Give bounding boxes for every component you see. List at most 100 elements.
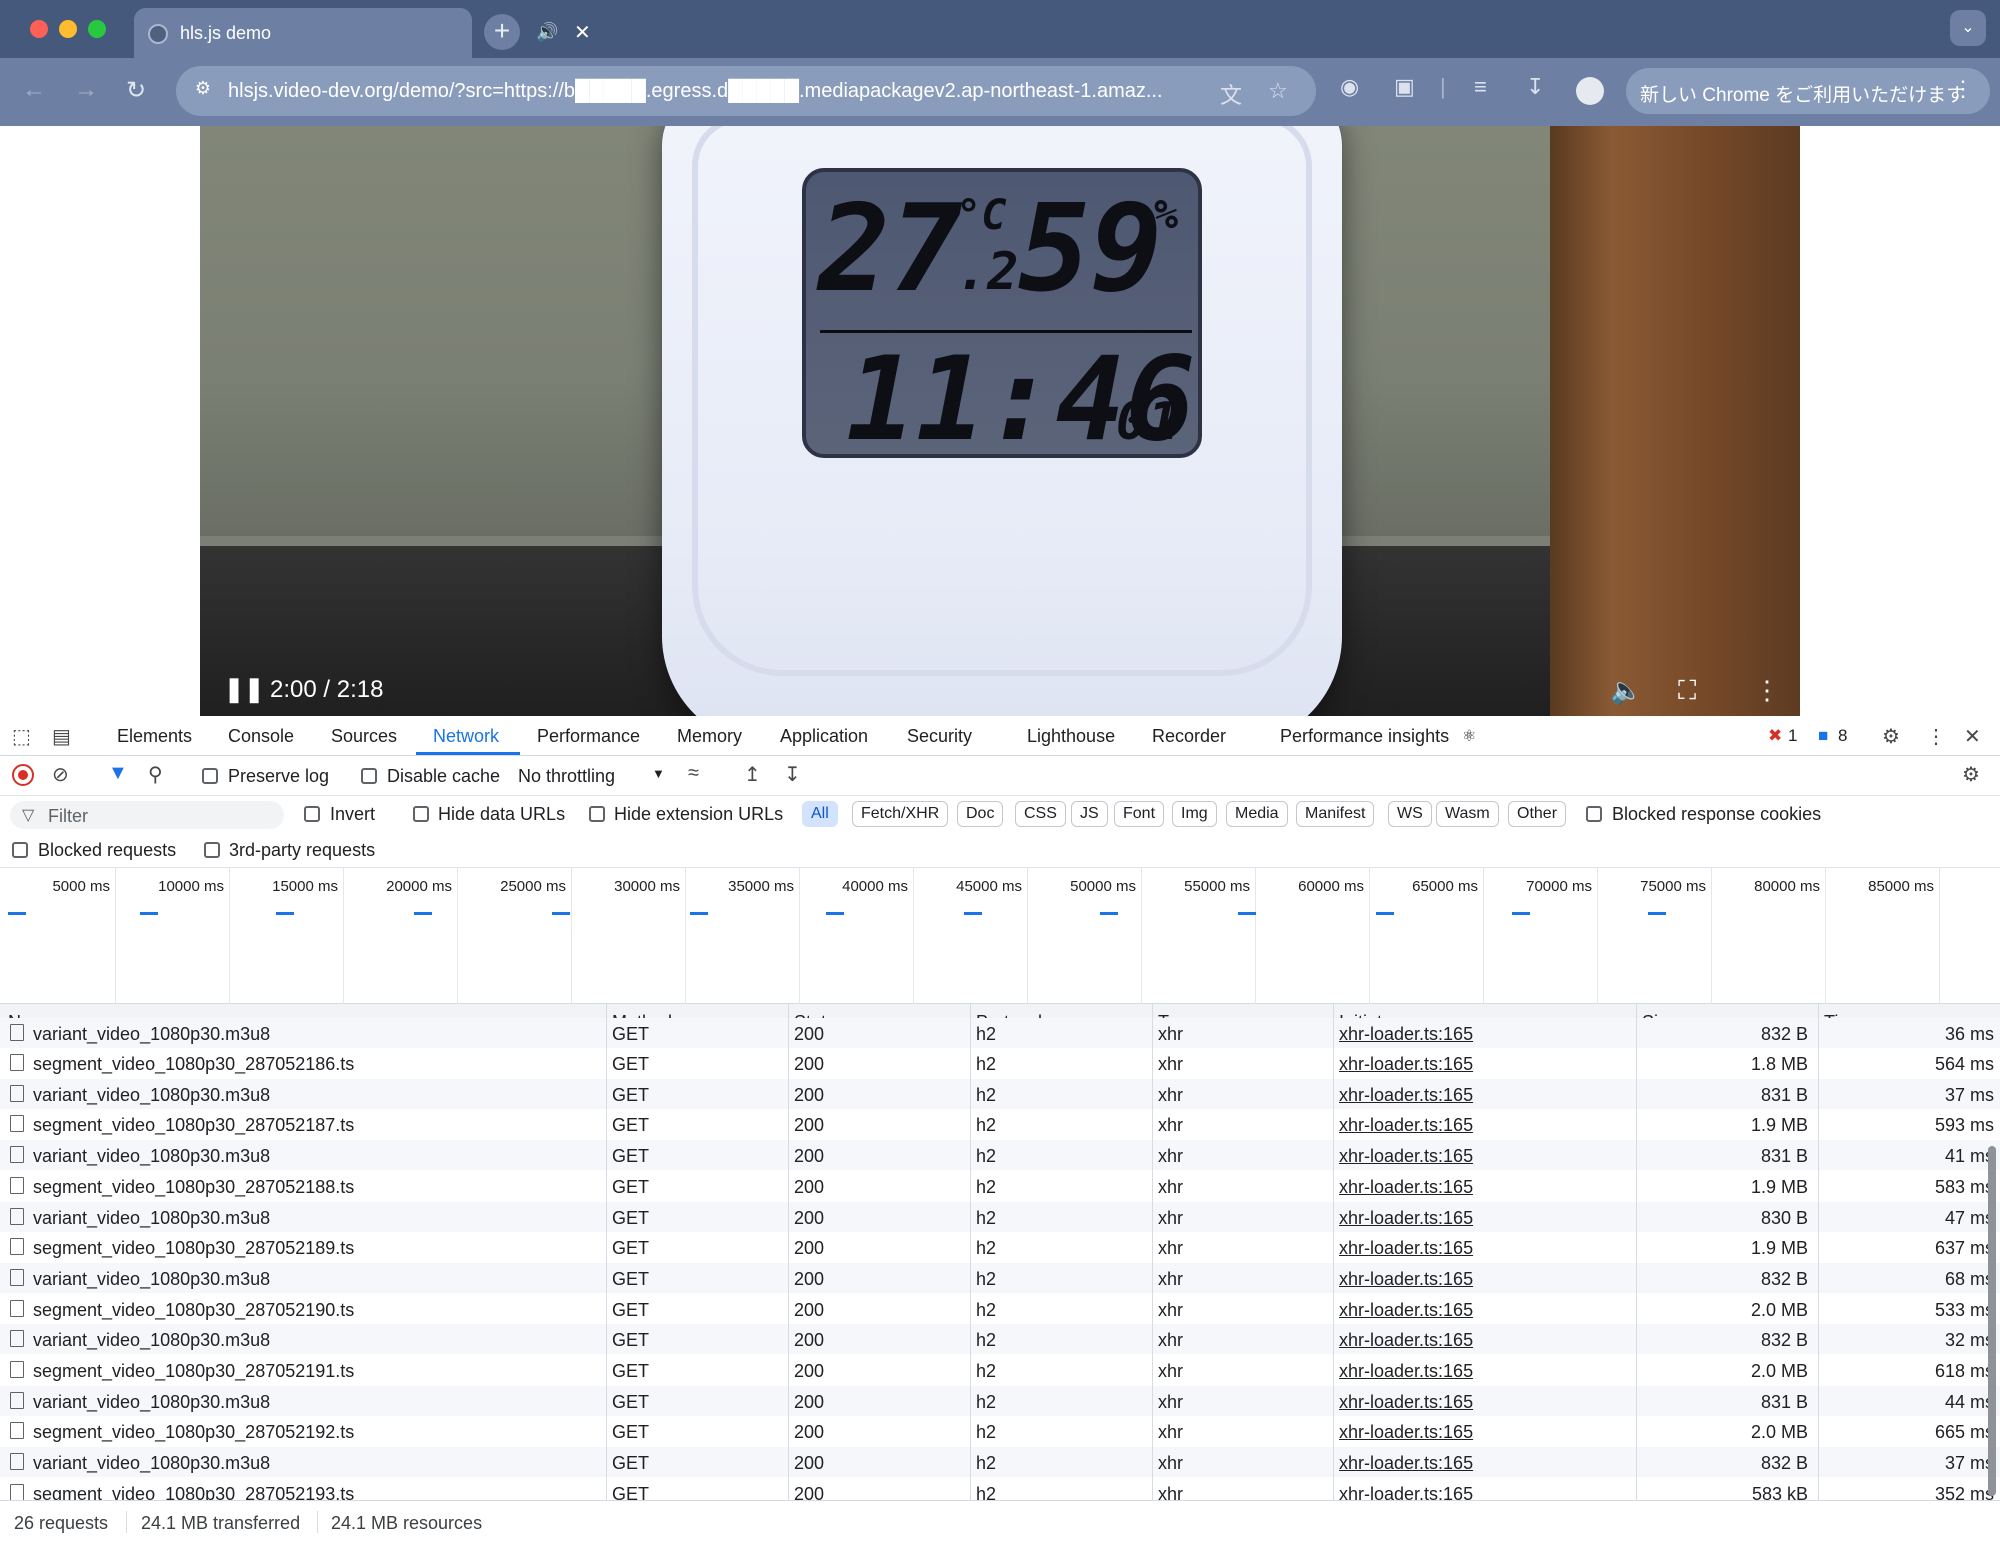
new-tab-button[interactable]: +	[484, 14, 520, 50]
throttling-select[interactable]: No throttling	[518, 766, 615, 787]
type-filter-doc[interactable]: Doc	[957, 801, 1004, 827]
table-row[interactable]: variant_video_1080p30.m3u8 GET 200 h2 xhr xhr…	[0, 1324, 2000, 1355]
table-row[interactable]: segment_video_1080p30_287052192.ts GET 200…	[0, 1416, 2000, 1446]
update-chrome-button[interactable]: 新しい Chrome をご利用いただけます ⋮	[1626, 68, 1990, 114]
bookmark-star-icon[interactable]: ☆	[1268, 78, 1288, 104]
type-filter-font[interactable]: Font	[1114, 801, 1165, 827]
request-name[interactable]: segment_video_1080p30_287052188.ts	[33, 1177, 354, 1198]
error-icon[interactable]: ✖	[1768, 726, 1782, 746]
request-initiator-link[interactable]: xhr-loader.ts:165	[1339, 1361, 1473, 1382]
table-scrollbar[interactable]	[1988, 1146, 1996, 1496]
request-initiator-link[interactable]: xhr-loader.ts:165	[1339, 1024, 1473, 1045]
invert-checkbox[interactable]	[304, 806, 320, 822]
request-name[interactable]: variant_video_1080p30.m3u8	[33, 1453, 270, 1474]
table-row[interactable]: segment_video_1080p30_287052189.ts GET 200…	[0, 1232, 2000, 1262]
profile-avatar[interactable]	[1576, 77, 1604, 105]
blocked-requests-checkbox[interactable]	[12, 842, 28, 858]
request-initiator-link[interactable]: xhr-loader.ts:165	[1339, 1300, 1473, 1321]
translate-icon[interactable]: 文	[1220, 78, 1242, 110]
tab-lighthouse[interactable]: Lighthouse	[1027, 726, 1115, 747]
maximize-window-button[interactable]	[88, 20, 106, 38]
network-conditions-icon[interactable]: ≈	[688, 762, 699, 785]
reload-icon[interactable]: ↻	[126, 76, 146, 105]
table-row[interactable]: segment_video_1080p30_287052193.ts GET 200…	[0, 1478, 2000, 1500]
request-name[interactable]: variant_video_1080p30.m3u8	[33, 1024, 270, 1045]
type-filter-js[interactable]: JS	[1071, 801, 1108, 827]
more-vertical-icon[interactable]: ⋮	[1952, 76, 1974, 102]
table-row[interactable]: variant_video_1080p30.m3u8 GET 200 h2 xhr xhr…	[0, 1262, 2000, 1293]
type-filter-ws[interactable]: WS	[1388, 801, 1432, 827]
tab-network[interactable]: Network	[433, 726, 499, 747]
filter-funnel-icon[interactable]: ▼	[108, 762, 128, 785]
download-icon[interactable]: ↧	[1526, 74, 1544, 100]
message-icon[interactable]: ■	[1818, 726, 1828, 746]
tab-sources[interactable]: Sources	[331, 726, 397, 747]
tab-elements[interactable]: Elements	[117, 726, 192, 747]
third-party-requests-checkbox[interactable]	[204, 842, 220, 858]
type-filter-manifest[interactable]: Manifest	[1296, 801, 1375, 827]
url-text[interactable]: hlsjs.video-dev.org/demo/?src=https://b█…	[228, 80, 1163, 103]
site-settings-icon[interactable]: ⚙	[190, 78, 216, 104]
disable-cache-checkbox[interactable]	[361, 768, 377, 784]
device-toolbar-icon[interactable]: ▤	[52, 724, 71, 749]
request-name[interactable]: variant_video_1080p30.m3u8	[33, 1085, 270, 1106]
tab-performance[interactable]: Performance	[537, 726, 640, 747]
tab-recorder[interactable]: Recorder	[1152, 726, 1226, 747]
close-devtools-icon[interactable]: ✕	[1964, 724, 1981, 749]
request-initiator-link[interactable]: xhr-loader.ts:165	[1339, 1484, 1473, 1500]
blocked-response-cookies-checkbox[interactable]	[1586, 806, 1602, 822]
request-initiator-link[interactable]: xhr-loader.ts:165	[1339, 1269, 1473, 1290]
error-count[interactable]: 1	[1788, 726, 1797, 746]
request-initiator-link[interactable]: xhr-loader.ts:165	[1339, 1085, 1473, 1106]
inspect-element-icon[interactable]: ⬚	[12, 724, 31, 749]
preserve-log-checkbox[interactable]	[202, 768, 218, 784]
tab-memory[interactable]: Memory	[677, 726, 742, 747]
video-player[interactable]: 27 .2 °C 59 % 11:46 01	[200, 126, 1800, 716]
type-filter-img[interactable]: Img	[1172, 801, 1217, 827]
fullscreen-icon[interactable]: ⛶	[1678, 675, 1696, 707]
hide-data-urls-checkbox[interactable]	[413, 806, 429, 822]
table-row[interactable]: segment_video_1080p30_287052191.ts GET 200…	[0, 1355, 2000, 1385]
devtools-more-icon[interactable]: ⋮	[1926, 724, 1946, 749]
close-tab-icon[interactable]: ✕	[574, 20, 591, 45]
request-name[interactable]: segment_video_1080p30_287052193.ts	[33, 1484, 354, 1500]
request-name[interactable]: segment_video_1080p30_287052191.ts	[33, 1361, 354, 1382]
forward-arrow-icon[interactable]: →	[74, 76, 98, 104]
media-queue-icon[interactable]: ≡	[1474, 74, 1487, 100]
request-initiator-link[interactable]: xhr-loader.ts:165	[1339, 1330, 1473, 1351]
browser-tab[interactable]: hls.js demo 🔊 ✕	[134, 8, 591, 58]
import-har-icon[interactable]: ↥	[744, 762, 761, 787]
request-name[interactable]: variant_video_1080p30.m3u8	[33, 1330, 270, 1351]
type-filter-media[interactable]: Media	[1226, 801, 1288, 827]
request-name[interactable]: variant_video_1080p30.m3u8	[33, 1146, 270, 1167]
request-name[interactable]: segment_video_1080p30_287052192.ts	[33, 1422, 354, 1443]
pause-icon[interactable]: ❚❚	[224, 675, 264, 704]
type-filter-wasm[interactable]: Wasm	[1436, 801, 1499, 827]
type-filter-css[interactable]: CSS	[1015, 801, 1066, 827]
minimize-window-button[interactable]	[59, 20, 77, 38]
request-name[interactable]: segment_video_1080p30_287052187.ts	[33, 1115, 354, 1136]
back-arrow-icon[interactable]: ←	[22, 76, 46, 104]
network-settings-icon[interactable]: ⚙	[1962, 762, 1980, 787]
table-row[interactable]: segment_video_1080p30_287052190.ts GET 200…	[0, 1294, 2000, 1324]
request-name[interactable]: variant_video_1080p30.m3u8	[33, 1269, 270, 1290]
tab-application[interactable]: Application	[780, 726, 868, 747]
request-initiator-link[interactable]: xhr-loader.ts:165	[1339, 1177, 1473, 1198]
request-initiator-link[interactable]: xhr-loader.ts:165	[1339, 1238, 1473, 1259]
request-name[interactable]: segment_video_1080p30_287052189.ts	[33, 1238, 354, 1259]
network-overview-timeline[interactable]: 5000 ms 10000 ms 15000 ms 20000 ms 25000 ms 3…	[0, 868, 2000, 1004]
hide-extension-urls-checkbox[interactable]	[589, 806, 605, 822]
table-row[interactable]: segment_video_1080p30_287052188.ts GET 200…	[0, 1171, 2000, 1201]
request-name[interactable]: variant_video_1080p30.m3u8	[33, 1392, 270, 1413]
request-initiator-link[interactable]: xhr-loader.ts:165	[1339, 1054, 1473, 1075]
chevron-down-icon[interactable]: ▼	[652, 766, 665, 781]
devtools-settings-icon[interactable]: ⚙	[1882, 724, 1900, 749]
filter-input[interactable]: ▽ Filter	[10, 801, 284, 829]
request-initiator-link[interactable]: xhr-loader.ts:165	[1339, 1422, 1473, 1443]
type-filter-other[interactable]: Other	[1508, 801, 1567, 827]
search-icon[interactable]: ⚲	[148, 762, 163, 787]
record-stop-icon[interactable]	[12, 764, 34, 786]
clear-icon[interactable]: ⊘	[52, 762, 69, 787]
close-window-button[interactable]	[30, 20, 48, 38]
volume-icon[interactable]: 🔈	[1610, 675, 1642, 706]
